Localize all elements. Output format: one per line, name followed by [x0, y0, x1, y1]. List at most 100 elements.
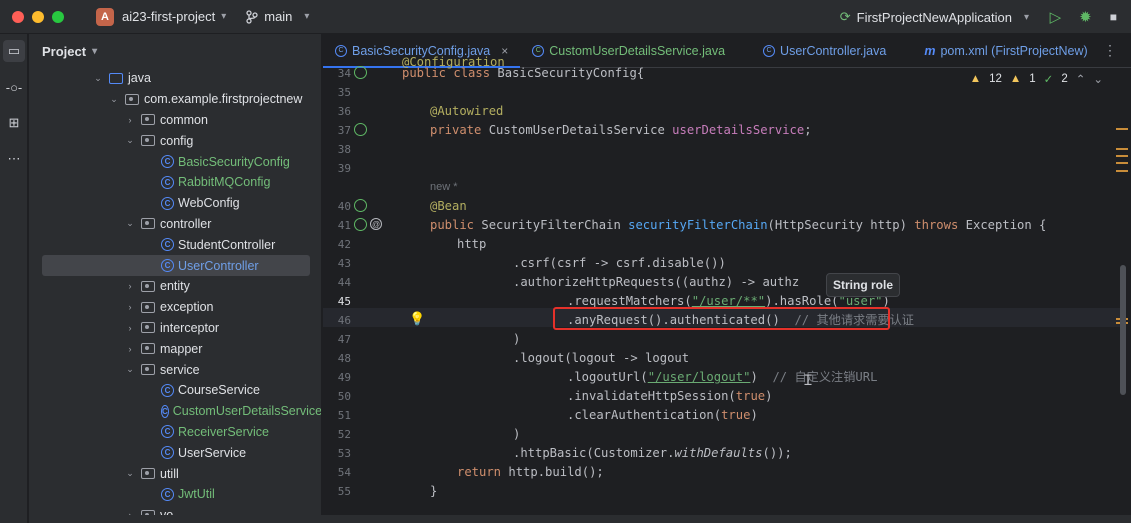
chevron-down-icon: ▾	[92, 45, 98, 57]
line-number: 55	[337, 485, 351, 498]
collapse-arrow-icon[interactable]: ›	[123, 302, 137, 312]
tree-item-interceptor[interactable]: › interceptor	[29, 318, 321, 339]
maven-icon: m	[924, 43, 936, 58]
minimize-window-button[interactable]	[32, 10, 44, 23]
expand-arrow-icon[interactable]: ⌄	[123, 468, 137, 479]
line-number: 51	[337, 409, 351, 422]
chevron-down-icon: ▾	[1023, 11, 1029, 23]
code-text[interactable]: @Configuration public class BasicSecurit…	[402, 55, 1122, 523]
collapse-arrow-icon[interactable]: ›	[123, 344, 137, 354]
code-line: @Autowired	[430, 104, 504, 118]
line-number: 37	[337, 124, 351, 137]
project-switcher[interactable]: ai23-first-project	[122, 9, 215, 24]
branch-switcher[interactable]: main ▾	[246, 9, 309, 24]
project-panel-header[interactable]: Project ▾	[29, 34, 321, 68]
more-tools-icon[interactable]: ⋯	[3, 148, 25, 170]
tree-item-package[interactable]: ⌄ com.example.firstprojectnew	[29, 89, 321, 110]
title-bar: A ai23-first-project ▾ main ▾ ⟳ FirstPro…	[0, 0, 1131, 34]
line-number: 49	[337, 371, 351, 384]
line-number: 36	[337, 105, 351, 118]
scroll-marker[interactable]	[1116, 155, 1128, 157]
code-line: @Bean	[430, 199, 467, 213]
line-number: 44	[337, 276, 351, 289]
lightbulb-icon[interactable]: 💡	[409, 311, 425, 327]
expand-arrow-icon[interactable]: ⌄	[107, 94, 121, 105]
bean-gutter-icon[interactable]	[354, 199, 367, 212]
collapse-arrow-icon[interactable]: ›	[123, 115, 137, 125]
usages-hint[interactable]: new *	[430, 178, 458, 197]
tab-pom-xml[interactable]: m pom.xml (FirstProjectNew)	[912, 34, 1099, 67]
line-number: 39	[337, 162, 351, 175]
line-number: 45	[337, 295, 351, 308]
class-icon: C	[161, 259, 174, 273]
project-folder-icon[interactable]: ▭	[3, 40, 25, 62]
tree-item-studentcontroller[interactable]: C StudentController	[29, 234, 321, 255]
run-configuration-selector[interactable]: ⟳ FirstProjectNewApplication ▾	[840, 0, 1029, 34]
tree-item-utill[interactable]: ⌄ utill	[29, 463, 321, 484]
code-line: )	[513, 332, 521, 346]
tree-item-usercontroller[interactable]: C UserController	[42, 255, 310, 276]
project-badge[interactable]: A	[96, 7, 114, 26]
run-config-name: FirstProjectNewApplication	[856, 9, 1012, 25]
git-branch-icon	[246, 9, 258, 24]
close-window-button[interactable]	[12, 10, 24, 23]
tree-item-exception[interactable]: › exception	[29, 297, 321, 318]
autowired-gutter-icon[interactable]	[354, 123, 367, 136]
bean-gutter-icon[interactable]	[354, 218, 367, 231]
tree-item-webconfig[interactable]: C WebConfig	[29, 193, 321, 214]
code-line: .authorizeHttpRequests((authz) -> authz	[513, 275, 800, 289]
structure-icon[interactable]: ⊞	[3, 112, 25, 134]
class-icon: C	[532, 44, 545, 57]
expand-arrow-icon[interactable]: ⌄	[91, 73, 105, 84]
debug-icon[interactable]: ✹	[1079, 8, 1092, 26]
collapse-arrow-icon[interactable]: ›	[123, 281, 137, 291]
line-number: 46	[337, 314, 351, 327]
maximize-window-button[interactable]	[52, 10, 64, 23]
tree-item-courseservice[interactable]: C CourseService	[29, 380, 321, 401]
tree-item-jwtutil[interactable]: C JwtUtil	[29, 484, 321, 505]
tree-item-service[interactable]: ⌄ service	[29, 359, 321, 380]
line-number: 42	[337, 238, 351, 251]
tree-item-config[interactable]: ⌄ config	[29, 130, 321, 151]
tree-item-mapper[interactable]: › mapper	[29, 338, 321, 359]
package-icon	[141, 322, 155, 334]
code-line: .clearAuthentication(true)	[567, 408, 758, 422]
expand-arrow-icon[interactable]: ⌄	[123, 135, 137, 146]
tree-item-customuserdetailsservice[interactable]: C CustomUserDetailsService	[29, 401, 321, 422]
spring-bean-gutter-icon[interactable]	[354, 66, 367, 79]
scroll-marker[interactable]	[1116, 162, 1128, 164]
commit-icon[interactable]: -○-	[3, 76, 25, 98]
collapse-arrow-icon[interactable]: ›	[123, 323, 137, 333]
editor-scrollbar[interactable]	[1120, 265, 1126, 395]
tree-item-basicsecurityconfig[interactable]: C BasicSecurityConfig	[29, 151, 321, 172]
expand-arrow-icon[interactable]: ⌄	[123, 218, 137, 229]
tree-item-receiverservice[interactable]: C ReceiverService	[29, 422, 321, 443]
code-line: public class BasicSecurityConfig{	[402, 66, 645, 80]
inspection-widget[interactable]: ▲ 12 ▲ 1 ✓ 2 ⌃ ⌄	[970, 72, 1103, 86]
code-line: .httpBasic(Customizer.withDefaults());	[513, 446, 792, 460]
tool-window-strip: ▭ -○- ⊞ ⋯	[0, 34, 28, 523]
weak-warning-icon: ▲	[1009, 73, 1022, 85]
tree-item-common[interactable]: › common	[29, 110, 321, 131]
line-number: 52	[337, 428, 351, 441]
tree-item-entity[interactable]: › entity	[29, 276, 321, 297]
at-annotation-icon[interactable]: @	[370, 218, 382, 230]
tab-customuserdetailsservice[interactable]: C CustomUserDetailsService.java	[520, 34, 737, 67]
run-icon[interactable]: ▷	[1050, 8, 1062, 26]
scroll-marker[interactable]	[1116, 128, 1128, 130]
tree-item-userservice[interactable]: C UserService	[29, 442, 321, 463]
tree-item-controller[interactable]: ⌄ controller	[29, 214, 321, 235]
stop-icon[interactable]: ■	[1110, 10, 1117, 24]
parameter-hint-tooltip: String role	[826, 273, 900, 297]
scroll-marker[interactable]	[1116, 148, 1128, 150]
code-line: .logout(logout -> logout	[513, 351, 690, 365]
class-icon: C	[161, 238, 174, 252]
more-tabs-icon[interactable]: ⋮	[1103, 42, 1117, 59]
scroll-marker[interactable]	[1116, 170, 1128, 172]
chevron-down-icon[interactable]: ⌄	[1093, 72, 1103, 86]
chevron-up-icon[interactable]: ⌃	[1076, 72, 1086, 86]
tree-item-rabbitmqconfig[interactable]: C RabbitMQConfig	[29, 172, 321, 193]
tab-usercontroller[interactable]: C UserController.java	[751, 34, 898, 67]
expand-arrow-icon[interactable]: ⌄	[123, 364, 137, 375]
tree-item-java[interactable]: ⌄ java	[29, 68, 321, 89]
